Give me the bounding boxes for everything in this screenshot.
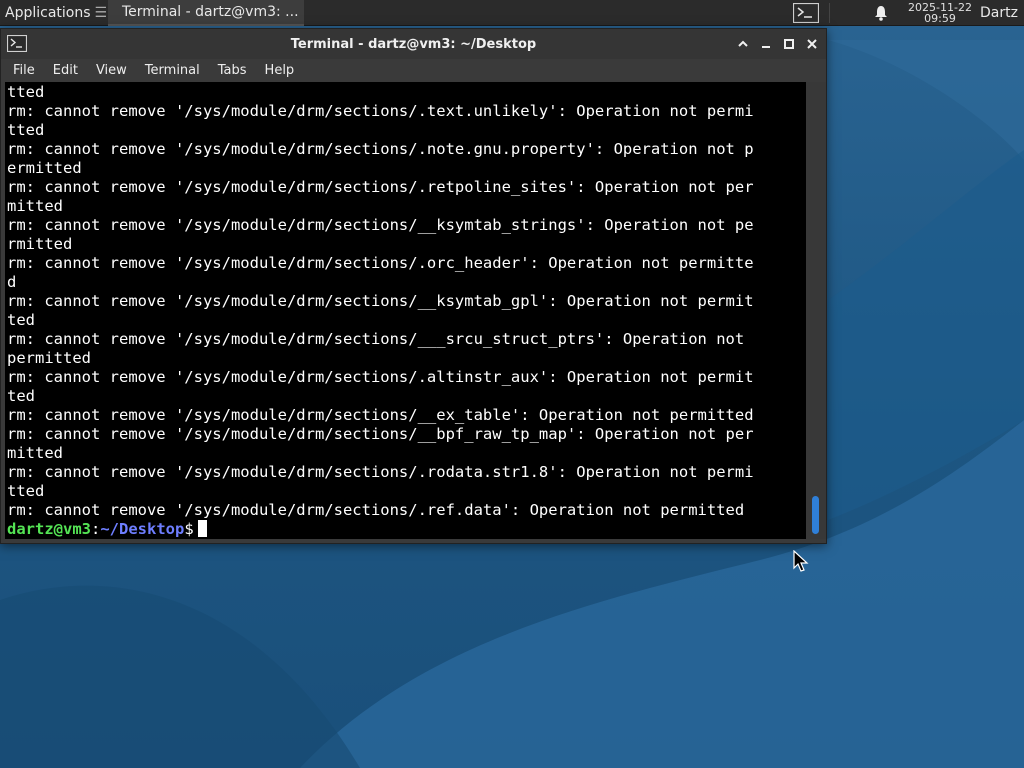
bell-icon [875, 5, 887, 21]
window-titlebar[interactable]: Terminal - dartz@vm3: ~/Desktop [1, 29, 826, 59]
terminal-line: ted [7, 387, 35, 405]
clock-time: 09:59 [924, 11, 956, 25]
terminal-line: permitted [7, 349, 91, 367]
terminal-line: tted [7, 482, 45, 500]
minimize-icon [761, 45, 770, 48]
clock-date: 2025-11-22 [908, 0, 972, 14]
menu-file[interactable]: File [4, 63, 44, 78]
top-panel: Applications ☰ Terminal - dartz@vm3: ...… [0, 0, 1024, 26]
terminal-line: rm: cannot remove '/sys/module/drm/secti… [7, 368, 754, 386]
terminal-line: rm: cannot remove '/sys/module/drm/secti… [7, 292, 754, 310]
terminal-line: d [7, 273, 17, 291]
applications-label: Applications [5, 4, 91, 21]
prompt-symbol: $ [184, 520, 194, 538]
terminal-line: rm: cannot remove '/sys/module/drm/secti… [7, 501, 745, 519]
close-button[interactable] [803, 35, 820, 52]
terminal-window: Terminal - dartz@vm3: ~/Desktop File Edi… [0, 28, 827, 544]
applications-menu-glyph: ☰ [94, 4, 108, 21]
taskbar-terminal-button[interactable]: Terminal - dartz@vm3: ... [108, 0, 304, 26]
terminal-line: ermitted [7, 159, 82, 177]
prompt-user: dartz@vm3 [7, 520, 91, 538]
terminal-line: mitted [7, 197, 63, 215]
menubar: File Edit View Terminal Tabs Help [1, 59, 826, 81]
notifications-button[interactable] [872, 5, 890, 21]
menu-help[interactable]: Help [256, 63, 304, 78]
window-controls [734, 35, 820, 52]
shade-button[interactable] [734, 35, 751, 52]
terminal-scrollbar[interactable] [806, 82, 826, 539]
terminal-line: ted [7, 311, 35, 329]
terminal-line: rm: cannot remove '/sys/module/drm/secti… [7, 178, 754, 196]
terminal-icon [793, 2, 819, 23]
panel-separator [829, 2, 830, 23]
terminal-prompt-line: dartz@vm3:~/Desktop$ [7, 520, 806, 539]
menu-terminal[interactable]: Terminal [136, 63, 209, 78]
terminal-line: rm: cannot remove '/sys/module/drm/secti… [7, 102, 754, 120]
terminal-line: rm: cannot remove '/sys/module/drm/secti… [7, 330, 745, 348]
scrollbar-thumb[interactable] [812, 496, 819, 534]
terminal-icon [7, 35, 27, 52]
terminal-line: rm: cannot remove '/sys/module/drm/secti… [7, 425, 754, 443]
terminal-line: tted [7, 121, 45, 139]
maximize-button[interactable] [780, 35, 797, 52]
terminal-line: rmitted [7, 235, 73, 253]
menu-tabs[interactable]: Tabs [209, 63, 256, 78]
terminal-line: mitted [7, 444, 63, 462]
terminal-line: rm: cannot remove '/sys/module/drm/secti… [7, 140, 754, 158]
clock[interactable]: 2025-11-22 09:59 [906, 2, 974, 24]
user-menu-button[interactable]: Dartz [980, 5, 1024, 21]
terminal-line: tted [7, 83, 45, 101]
applications-menu-button[interactable]: Applications ☰ [0, 0, 108, 26]
terminal-line: rm: cannot remove '/sys/module/drm/secti… [7, 406, 754, 424]
prompt-path: ~/Desktop [100, 520, 185, 538]
window-title: Terminal - dartz@vm3: ~/Desktop [290, 36, 537, 52]
terminal-line: rm: cannot remove '/sys/module/drm/secti… [7, 254, 754, 272]
maximize-icon [783, 38, 794, 49]
close-icon [806, 38, 817, 49]
chevron-up-icon [737, 40, 748, 47]
terminal-output[interactable]: tted rm: cannot remove '/sys/module/drm/… [5, 82, 806, 539]
menu-view[interactable]: View [87, 63, 136, 78]
minimize-button[interactable] [757, 35, 774, 52]
terminal-line: rm: cannot remove '/sys/module/drm/secti… [7, 216, 754, 234]
menu-edit[interactable]: Edit [44, 63, 87, 78]
text-cursor [197, 520, 207, 537]
prompt-colon: : [91, 520, 101, 538]
taskbar-terminal-label: Terminal - dartz@vm3: ... [122, 3, 299, 20]
mouse-pointer-icon [793, 550, 809, 572]
terminal-launcher-button[interactable] [791, 2, 821, 24]
terminal-line: rm: cannot remove '/sys/module/drm/secti… [7, 463, 754, 481]
